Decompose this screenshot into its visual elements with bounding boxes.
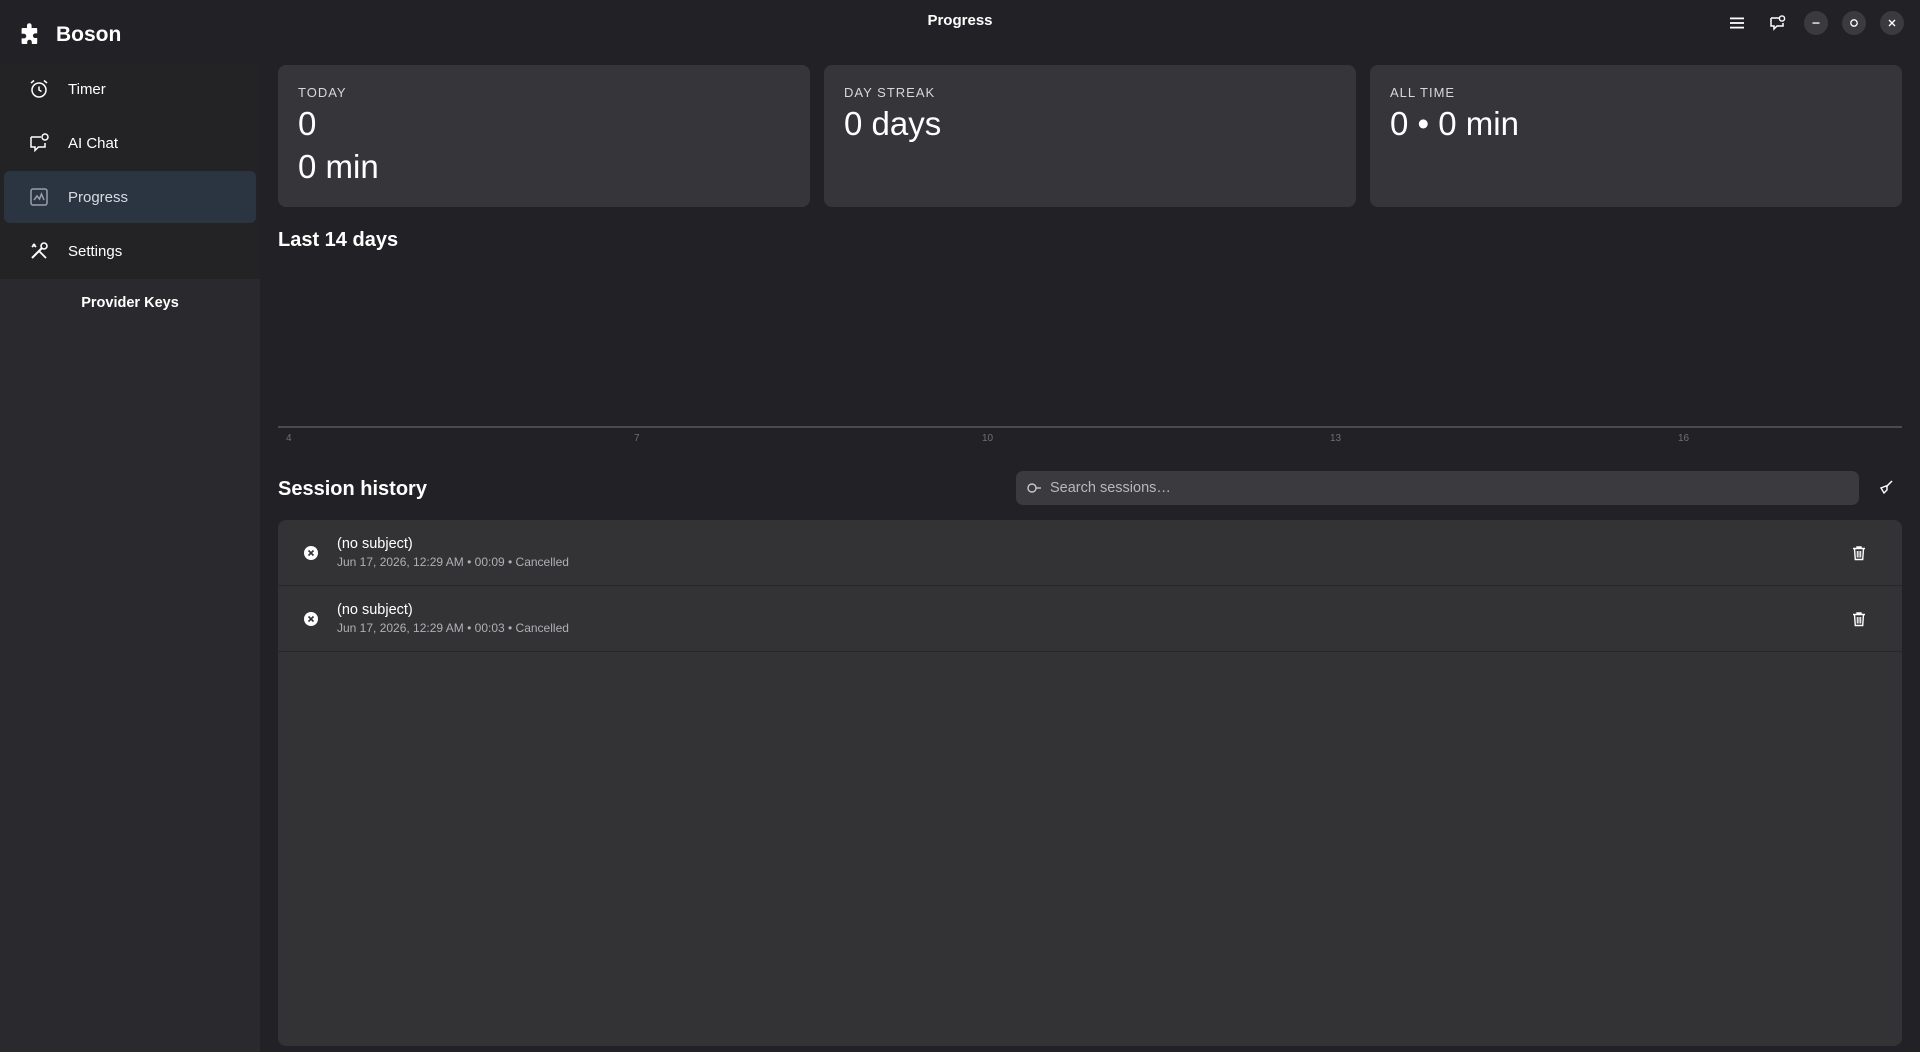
sidebar-item-label: Timer (68, 80, 106, 98)
chart-title: Last 14 days (278, 229, 399, 251)
provider-keys-link[interactable]: Provider Keys (0, 295, 260, 311)
main-menu-button[interactable] (1724, 10, 1750, 36)
stat-card-today: TODAY 0 0 min (278, 65, 810, 207)
session-meta: Jun 17, 2026, 12:29 AM • 00:03 • Cancell… (337, 621, 569, 635)
meta-separator: • (463, 555, 475, 569)
delete-session-button[interactable] (1848, 542, 1870, 564)
main-content: TODAY 0 0 min DAY STREAK 0 days ALL TIME… (278, 65, 1902, 1046)
search-icon (1027, 483, 1041, 493)
tools-icon (31, 242, 48, 259)
session-status: Cancelled (515, 555, 569, 569)
window-title: Progress (927, 12, 993, 29)
session-row[interactable]: (no subject) Jun 17, 2026, 12:29 AM • 00… (278, 520, 1902, 586)
alarm-clock-icon (30, 79, 48, 98)
cancelled-status-icon (304, 545, 318, 560)
new-chat-button[interactable] (1764, 10, 1790, 36)
sidebar-item-label: Settings (68, 242, 123, 260)
stat-label: ALL TIME (1390, 85, 1456, 100)
stat-label: TODAY (298, 85, 347, 100)
session-duration: 00:09 (474, 555, 505, 569)
minimize-icon (1812, 22, 1820, 24)
close-button[interactable] (1880, 11, 1904, 35)
today-session-count: 0 (298, 105, 317, 142)
session-subject: (no subject) (337, 536, 413, 552)
session-status: Cancelled (515, 621, 569, 635)
maximize-button[interactable] (1842, 11, 1866, 35)
search-box (1016, 471, 1859, 505)
trash-icon (1853, 612, 1865, 627)
title-bar: Boson Progress (0, 0, 1920, 63)
stat-label: DAY STREAK (844, 85, 936, 100)
clear-history-button[interactable] (1875, 476, 1897, 498)
delete-session-button[interactable] (1848, 608, 1870, 630)
sidebar-item-ai-chat[interactable]: AI Chat (4, 117, 256, 169)
sidebar-item-label: AI Chat (68, 134, 119, 152)
chart-tick-label: 16 (1678, 433, 1690, 444)
daily-chart: 4 7 10 13 16 (278, 260, 1902, 460)
chat-add-icon (1770, 15, 1786, 31)
sidebar-item-label: Progress (68, 188, 129, 206)
session-list: (no subject) Jun 17, 2026, 12:29 AM • 00… (278, 520, 1902, 1046)
chart-tick-label: 13 (1330, 433, 1342, 444)
search-input[interactable] (1050, 480, 1859, 496)
sidebar-item-timer[interactable]: Timer (4, 63, 256, 115)
session-info: (no subject) Jun 17, 2026, 12:29 AM • 00… (337, 536, 569, 569)
close-icon (1888, 19, 1896, 27)
session-date: Jun 17, 2026, 12:29 AM (337, 621, 464, 635)
meta-separator: • (504, 621, 516, 635)
chart-tick-label: 7 (634, 433, 640, 444)
chart-tick-label: 10 (982, 433, 994, 444)
maximize-icon (1850, 19, 1858, 27)
hamburger-menu-icon (1730, 17, 1744, 29)
sidebar-item-settings[interactable]: Settings (4, 225, 256, 277)
history-title: Session history (278, 477, 427, 500)
trash-icon (1853, 546, 1865, 561)
sidebar: Timer AI Chat Progress Settings Provider… (0, 63, 260, 1052)
chart-svg: 4 7 10 13 16 (278, 426, 1902, 444)
meta-separator: • (504, 555, 516, 569)
sidebar-nav: Timer AI Chat Progress Settings (0, 63, 260, 279)
history-header: Session history (278, 471, 1902, 505)
minimize-button[interactable] (1804, 11, 1828, 35)
session-subject: (no subject) (337, 602, 413, 618)
stat-card-streak: DAY STREAK 0 days (824, 65, 1356, 207)
broom-icon (1879, 480, 1893, 495)
streak-value: 0 days (844, 105, 942, 142)
today-time: 0 min (298, 148, 379, 185)
chat-bubble-icon (30, 133, 49, 153)
session-info: (no subject) Jun 17, 2026, 12:29 AM • 00… (337, 602, 569, 635)
all-time-value: 0 • 0 min (1390, 105, 1519, 142)
session-duration: 00:03 (474, 621, 505, 635)
sidebar-item-progress[interactable]: Progress (4, 171, 256, 223)
meta-separator: • (463, 621, 475, 635)
chart-tick-label: 4 (286, 433, 292, 444)
cancelled-status-icon (304, 611, 318, 626)
session-row[interactable]: (no subject) Jun 17, 2026, 12:29 AM • 00… (278, 586, 1902, 652)
session-date: Jun 17, 2026, 12:29 AM (337, 555, 464, 569)
activity-chart-icon (30, 188, 48, 206)
app-window: Boson Progress Timer AI Chat Progress Se… (0, 0, 1920, 1052)
session-meta: Jun 17, 2026, 12:29 AM • 00:09 • Cancell… (337, 555, 569, 569)
header-actions (1724, 10, 1904, 36)
stats-row: TODAY 0 0 min DAY STREAK 0 days ALL TIME… (278, 65, 1902, 207)
stat-card-all-time: ALL TIME 0 • 0 min (1370, 65, 1902, 207)
